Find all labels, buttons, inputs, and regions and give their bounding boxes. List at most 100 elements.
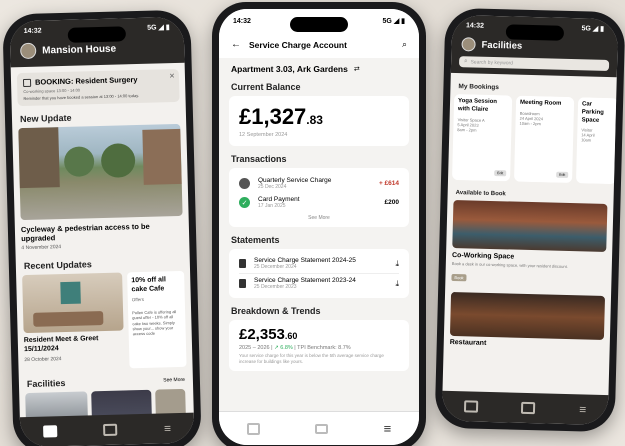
transaction-date: 25 Dec 2024 <box>258 184 287 190</box>
booking-card[interactable]: Car Parking Space Visitor 14 April 10am <box>575 97 617 185</box>
hero-update-card[interactable]: Cycleway & pedestrian access to be upgra… <box>18 123 183 251</box>
statement-name: Service Charge Statement 2024-25 <box>254 257 356 264</box>
breakdown-card[interactable]: £2,353 .60 2025 – 2026 | ↗ 6.8% | TPI Be… <box>229 320 409 371</box>
offer-card[interactable]: 10% off all cake Cafe Offers Pollen Cafe… <box>127 270 187 369</box>
document-icon <box>239 279 246 288</box>
booking-card[interactable]: Yoga Session with Claire Visitor Space A… <box>452 93 513 182</box>
statements-heading: Statements <box>231 235 280 245</box>
breakdown-amount: £2,353 <box>239 326 285 343</box>
statement-row[interactable]: Service Charge Statement 2023-24 25 Dece… <box>239 274 399 293</box>
phone-facilities: 14:32 5G ◢ ▮ Facilities ⌕ Search by keyw… <box>434 7 625 433</box>
balance-amount: £1,327 <box>239 104 307 129</box>
statement-name: Service Charge Statement 2023-24 <box>254 277 356 284</box>
booking-title: BOOKING: Resident Surgery <box>34 75 138 87</box>
avatar[interactable] <box>461 37 476 52</box>
transaction-name: Card Payment <box>258 196 300 203</box>
statement-date: 25 December 2023 <box>254 284 297 290</box>
space-title: Restaurant <box>449 339 487 348</box>
chat-icon[interactable] <box>521 401 536 415</box>
transaction-row[interactable]: Quarterly Service Charge 25 Dec 2024 + £… <box>239 174 399 193</box>
avatar[interactable] <box>20 42 37 60</box>
transaction-amount: £200 <box>384 199 399 206</box>
recent-update-card[interactable]: Resident Meet & Greet 15/11/2024 28 Octo… <box>22 272 124 371</box>
breakdown-note: Your service charge for this year is bel… <box>239 353 384 364</box>
phone-service-charge: 14:32 5G ◢ ▮ ← Service Charge Account ⌕ … <box>212 2 426 446</box>
search-icon[interactable]: ⌕ <box>402 39 407 50</box>
document-icon <box>239 259 246 268</box>
recent-date: 28 October 2024 <box>24 355 62 363</box>
check-icon: ✓ <box>239 197 250 208</box>
phone-mansion-house: 14:32 5G ◢ ▮ Mansion House BOOKING: Resi… <box>2 9 202 446</box>
facilities-screen: 14:32 5G ◢ ▮ Facilities ⌕ Search by keyw… <box>441 14 619 426</box>
space-card[interactable]: Restaurant <box>449 292 606 350</box>
status-signal: 5G ◢ ▮ <box>382 18 405 25</box>
home-icon[interactable] <box>43 425 58 438</box>
hero-title: Cycleway & pedestrian access to be upgra… <box>20 221 150 244</box>
page-title: Service Charge Account <box>249 39 347 50</box>
space-card[interactable]: Co-Working Space Book a desk in our co-w… <box>451 199 608 288</box>
statement-row[interactable]: Service Charge Statement 2024-25 25 Dece… <box>239 254 399 274</box>
chat-icon[interactable] <box>103 423 118 437</box>
app-header: ← Service Charge Account ⌕ <box>219 33 419 58</box>
facilities-heading: Facilities <box>26 378 66 390</box>
restaurant-photo <box>449 292 606 341</box>
search-icon: ⌕ <box>464 58 468 65</box>
dynamic-island <box>67 26 127 43</box>
chat-icon[interactable] <box>315 423 329 434</box>
back-arrow-icon[interactable]: ← <box>231 39 241 50</box>
breakdown-change: ↗ 6.8% <box>274 345 293 351</box>
page-title: Mansion House <box>42 43 117 57</box>
download-icon[interactable]: ⤓ <box>395 279 399 289</box>
home-icon[interactable] <box>246 422 260 435</box>
offer-title: 10% off all cake Cafe <box>131 276 166 294</box>
bottom-nav: ≡ <box>19 412 195 446</box>
transaction-date: 17 Jan 2025 <box>258 203 286 209</box>
street-photo <box>18 123 183 221</box>
apartment-name: Apartment 3.03, Ark Gardens <box>231 64 348 74</box>
see-more-link[interactable]: See More <box>239 215 399 221</box>
booking-banner[interactable]: BOOKING: Resident Surgery Co-working spa… <box>16 68 180 107</box>
edit-button[interactable]: Edit <box>494 170 507 177</box>
page-title: Facilities <box>481 39 523 52</box>
mansion-house-screen: 14:32 5G ◢ ▮ Mansion House BOOKING: Resi… <box>9 16 195 446</box>
breakdown-period: 2025 – 2026 <box>239 345 270 351</box>
bottom-nav: ≡ <box>219 411 419 445</box>
status-signal: 5G ◢ ▮ <box>581 25 605 33</box>
status-time: 14:32 <box>23 27 42 35</box>
home-icon[interactable] <box>463 400 479 413</box>
breakdown-benchmark: TPI Benchmark: 8.7% <box>297 345 351 351</box>
status-signal: 5G ◢ ▮ <box>147 24 170 32</box>
booking-card-title: Car Parking Space <box>581 101 604 124</box>
dynamic-island <box>290 17 348 32</box>
balance-cents: .83 <box>306 113 323 127</box>
receipt-icon <box>239 178 250 189</box>
breakdown-heading: Breakdown & Trends <box>231 306 321 316</box>
booking-card-title: Meeting Room <box>519 99 562 107</box>
menu-icon[interactable]: ≡ <box>164 421 171 435</box>
booking-time: 10am <box>581 137 592 143</box>
status-time: 14:32 <box>465 21 485 30</box>
transaction-name: Quarterly Service Charge <box>258 177 332 184</box>
booking-time: 10am - 2pm <box>519 120 541 127</box>
swap-icon[interactable]: ⇄ <box>354 65 360 73</box>
transaction-row[interactable]: ✓ Card Payment 17 Jan 2025 £200 <box>239 193 399 212</box>
balance-card: £1,327 .83 12 September 2024 <box>229 96 409 146</box>
booking-card[interactable]: Meeting Room Boardroom 24 April 2024 10a… <box>514 95 575 184</box>
recent-title: Resident Meet & Greet 15/11/2024 <box>23 335 99 353</box>
bottom-nav: ≡ <box>441 390 609 426</box>
menu-icon[interactable]: ≡ <box>579 402 586 416</box>
menu-icon[interactable]: ≡ <box>384 421 392 436</box>
calendar-icon <box>22 78 32 87</box>
service-charge-screen: 14:32 5G ◢ ▮ ← Service Charge Account ⌕ … <box>219 9 419 445</box>
edit-button[interactable]: Edit <box>556 171 569 178</box>
coworking-photo <box>452 199 608 253</box>
dynamic-island <box>505 24 565 41</box>
close-icon[interactable]: ✕ <box>169 72 175 80</box>
see-more-link[interactable]: See More <box>163 377 185 384</box>
booking-note: Reminder that you have booked a session … <box>23 92 140 102</box>
balance-date: 12 September 2024 <box>239 132 288 138</box>
download-icon[interactable]: ⤓ <box>395 259 399 269</box>
booking-time: 8am - 2pm <box>457 126 477 133</box>
transaction-amount: + £614 <box>378 180 399 187</box>
book-button[interactable]: Book <box>451 274 467 282</box>
